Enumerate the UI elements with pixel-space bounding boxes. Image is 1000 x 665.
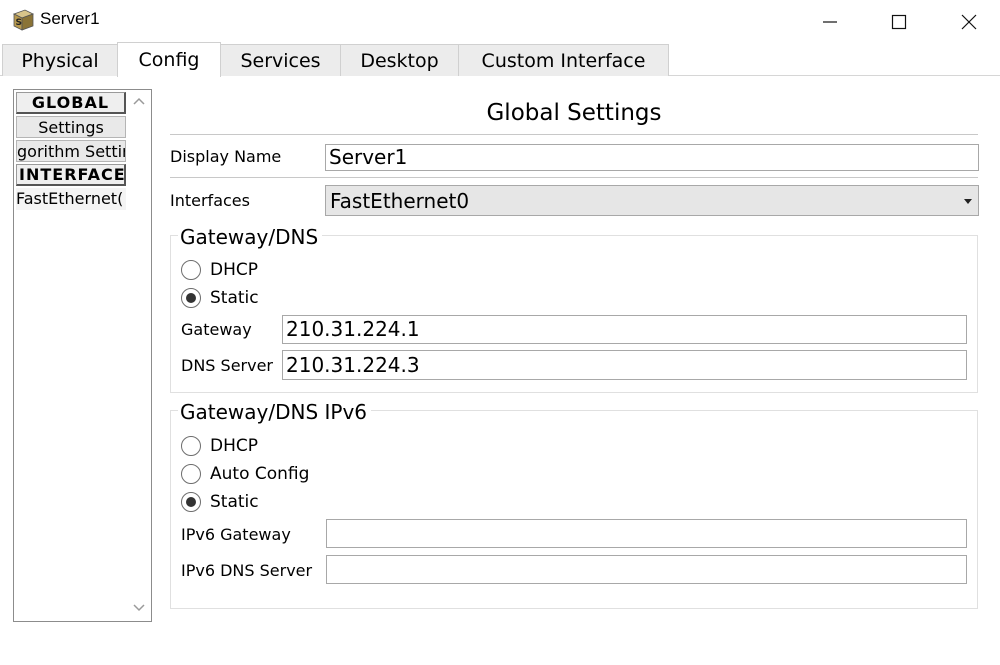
ipv6-dns-server-input[interactable]	[326, 555, 967, 584]
gateway-dns-ipv6-title: Gateway/DNS IPv6	[178, 400, 372, 424]
divider	[170, 177, 978, 178]
divider	[170, 134, 978, 135]
minimize-button[interactable]	[812, 6, 848, 36]
gateway-static-label: Static	[210, 288, 259, 308]
ipv6-dns-server-label: IPv6 DNS Server	[181, 561, 313, 580]
tab-physical[interactable]: Physical	[2, 44, 118, 76]
close-icon	[961, 14, 977, 30]
gateway-static-radio[interactable]	[181, 288, 201, 308]
settings-navigation-list: GLOBAL Settings gorithm Settir INTERFACE…	[16, 92, 126, 212]
chevron-down-icon[interactable]	[133, 604, 145, 612]
minimize-icon	[823, 21, 837, 23]
window-title: Server1	[40, 9, 100, 28]
title-bar: S Server1	[0, 0, 1000, 42]
ipv6-dhcp-radio[interactable]	[181, 436, 201, 456]
tab-bar: Physical Config Services Desktop Custom …	[0, 42, 1000, 77]
interfaces-select[interactable]: FastEthernet0	[325, 185, 979, 216]
ipv6-gateway-label: IPv6 Gateway	[181, 525, 291, 544]
dropdown-arrow-icon	[964, 199, 972, 204]
svg-text:S: S	[16, 18, 22, 28]
sidebar-item-algorithm-settings[interactable]: gorithm Settir	[16, 140, 126, 162]
interfaces-label: Interfaces	[170, 191, 250, 210]
ipv6-static-label: Static	[210, 492, 259, 512]
gateway-dhcp-label: DHCP	[210, 260, 258, 280]
close-button[interactable]	[951, 6, 987, 36]
tab-config[interactable]: Config	[117, 42, 221, 77]
dns-server-label: DNS Server	[181, 356, 273, 375]
interfaces-select-value: FastEthernet0	[330, 189, 470, 213]
sidebar-item-settings[interactable]: Settings	[16, 116, 126, 138]
sidebar-item-fastethernet0[interactable]: FastEthernet(	[16, 188, 126, 210]
server-app-icon: S	[11, 8, 35, 32]
chevron-up-icon[interactable]	[133, 97, 145, 105]
dns-server-input[interactable]: 210.31.224.3	[282, 350, 967, 380]
settings-navigation-panel: GLOBAL Settings gorithm Settir INTERFACE…	[13, 89, 152, 622]
gateway-input[interactable]: 210.31.224.1	[282, 315, 967, 344]
tab-desktop[interactable]: Desktop	[340, 44, 459, 76]
display-name-input[interactable]: Server1	[325, 144, 979, 171]
tab-services[interactable]: Services	[220, 44, 341, 76]
gateway-dhcp-radio[interactable]	[181, 260, 201, 280]
ipv6-gateway-input[interactable]	[326, 519, 967, 548]
ipv6-auto-config-label: Auto Config	[210, 464, 310, 484]
ipv6-auto-config-radio[interactable]	[181, 464, 201, 484]
tab-custom-interface[interactable]: Custom Interface	[458, 44, 669, 76]
sidebar-header-interface: INTERFACE	[16, 164, 126, 186]
maximize-button[interactable]	[881, 6, 917, 36]
gateway-dns-title: Gateway/DNS	[178, 225, 323, 249]
display-name-label: Display Name	[170, 147, 282, 166]
gateway-label: Gateway	[181, 320, 252, 339]
ipv6-dhcp-label: DHCP	[210, 436, 258, 456]
ipv6-static-radio[interactable]	[181, 492, 201, 512]
sidebar-header-global: GLOBAL	[16, 92, 126, 114]
page-title: Global Settings	[486, 100, 662, 126]
maximize-icon	[891, 14, 907, 30]
sidebar-scrollbar[interactable]	[127, 90, 151, 621]
